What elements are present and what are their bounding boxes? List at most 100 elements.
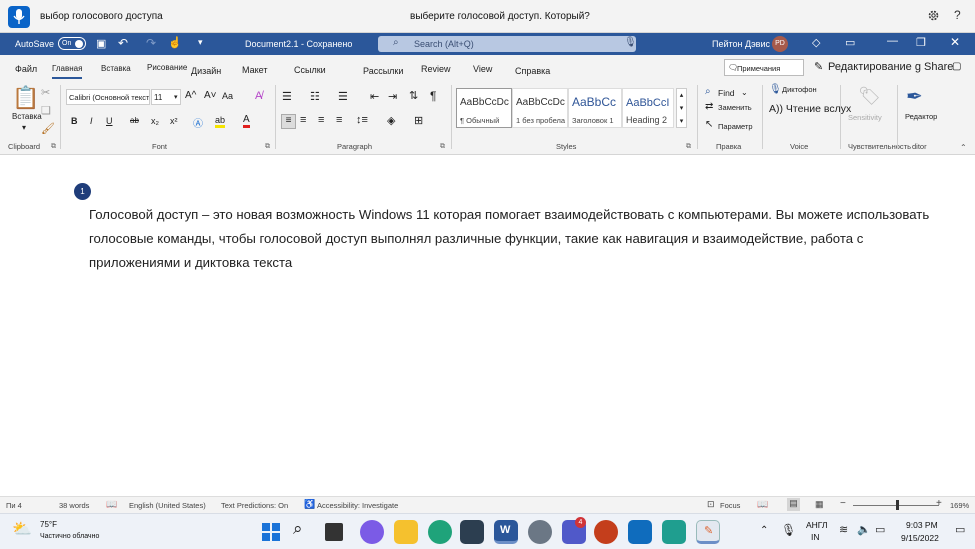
- weather-temp[interactable]: 75°F: [40, 520, 57, 529]
- find-dropdown-icon[interactable]: ⌄: [741, 88, 748, 97]
- tab-view[interactable]: View: [473, 64, 492, 74]
- font-color-button[interactable]: A: [243, 114, 250, 128]
- task-view-icon[interactable]: [325, 523, 343, 541]
- tray-mic-icon[interactable]: 🎙: [781, 523, 796, 537]
- accessibility-status[interactable]: Accessibility: Investigate: [317, 501, 398, 510]
- gear-icon[interactable]: [927, 9, 940, 22]
- touch-mode-icon[interactable]: ☝: [168, 36, 182, 49]
- replace-button[interactable]: Заменить: [718, 103, 752, 112]
- styles-launcher-icon[interactable]: ⧉: [686, 143, 691, 151]
- battery-icon[interactable]: ▭: [875, 523, 885, 536]
- tab-file[interactable]: Файл: [15, 64, 37, 74]
- grow-font-button[interactable]: A^: [185, 90, 196, 101]
- italic-button[interactable]: I: [90, 116, 93, 126]
- word-count[interactable]: 38 words: [59, 501, 89, 510]
- restore-icon[interactable]: ❐: [916, 36, 926, 49]
- voice-access-taskbar-icon[interactable]: ✎: [696, 520, 720, 544]
- align-left-icon[interactable]: ≡: [281, 114, 296, 129]
- read-mode-icon[interactable]: 📖: [757, 499, 768, 510]
- start-icon[interactable]: [259, 520, 283, 544]
- text-predictions-status[interactable]: Text Predictions: On: [221, 501, 288, 510]
- underline-button[interactable]: U: [106, 116, 113, 126]
- diamond-icon[interactable]: ◇: [812, 36, 820, 49]
- text-effects-icon[interactable]: Ⓐ: [193, 115, 203, 130]
- close-icon[interactable]: ✕: [950, 35, 960, 49]
- notification-icon[interactable]: ▭: [955, 523, 965, 536]
- proofing-icon[interactable]: 📖: [106, 499, 117, 510]
- styles-scroll[interactable]: ▴ ▾ ▾: [676, 88, 687, 128]
- select-button[interactable]: Параметр: [718, 122, 753, 131]
- format-painter-icon[interactable]: 🖌: [41, 122, 55, 135]
- help-icon[interactable]: ?: [954, 8, 961, 22]
- redo-icon[interactable]: ↷: [146, 36, 156, 50]
- style-normal[interactable]: AaBbCcDc ¶ Обычный: [456, 88, 512, 128]
- comment-marker[interactable]: 1: [74, 183, 91, 200]
- clock-time[interactable]: 9:03 PM: [906, 520, 938, 530]
- clipboard-launcher-icon[interactable]: ⧉: [51, 143, 56, 151]
- superscript-button[interactable]: x²: [170, 116, 178, 126]
- change-case-button[interactable]: Aa: [222, 91, 233, 101]
- tab-help[interactable]: Справка: [515, 66, 550, 76]
- multilevel-list-icon[interactable]: ☰: [338, 90, 348, 103]
- mail-icon[interactable]: [628, 520, 652, 544]
- clear-format-icon[interactable]: A̸: [255, 90, 262, 102]
- zoom-level[interactable]: 169%: [950, 501, 969, 510]
- customize-qat-icon[interactable]: ▾: [198, 37, 203, 48]
- paragraph-launcher-icon[interactable]: ⧉: [440, 143, 445, 151]
- web-layout-icon[interactable]: ▦: [815, 499, 824, 510]
- shading-icon[interactable]: ◈: [387, 114, 395, 127]
- chevron-up-icon[interactable]: ⌃: [760, 525, 768, 536]
- paste-button[interactable]: Вставка: [12, 112, 42, 121]
- comments-button[interactable]: 🗨 Примечания: [724, 59, 804, 76]
- avatar[interactable]: PD: [772, 36, 788, 52]
- save-icon[interactable]: ▣: [96, 37, 106, 50]
- language-indicator-bottom[interactable]: IN: [811, 532, 820, 542]
- paste-dropdown-icon[interactable]: ▾: [22, 123, 26, 132]
- document-paragraph[interactable]: Голосовой доступ – это новая возможность…: [89, 203, 949, 275]
- line-spacing-icon[interactable]: ↕≡: [356, 114, 368, 126]
- bold-button[interactable]: B: [71, 116, 78, 126]
- minimize-icon[interactable]: —: [887, 35, 898, 47]
- language-indicator-top[interactable]: АНГЛ: [806, 520, 828, 530]
- zoom-out-icon[interactable]: −: [840, 498, 846, 509]
- pilcrow-icon[interactable]: ¶: [430, 89, 436, 103]
- style-heading-1[interactable]: AaBbCc Заголовок 1: [568, 88, 622, 128]
- increase-indent-icon[interactable]: ⇥: [388, 90, 397, 103]
- language-status[interactable]: English (United States): [129, 501, 206, 510]
- print-layout-icon[interactable]: ▤: [787, 498, 800, 511]
- ribbon-display-icon[interactable]: ▭: [845, 36, 855, 49]
- tab-home[interactable]: Главная: [52, 64, 83, 79]
- sensitivity-button[interactable]: Sensitivity: [848, 113, 882, 122]
- expand-icon[interactable]: ▢: [952, 61, 961, 72]
- tab-insert[interactable]: Вставка: [101, 64, 131, 73]
- borders-icon[interactable]: ⊞: [414, 114, 423, 127]
- people-icon[interactable]: [662, 520, 686, 544]
- undo-icon[interactable]: ↶: [118, 36, 128, 50]
- align-center-icon[interactable]: ≡: [300, 114, 306, 126]
- wifi-icon[interactable]: ≋: [839, 523, 848, 536]
- teams-icon[interactable]: 4: [562, 517, 586, 544]
- sort-icon[interactable]: ⇅: [409, 89, 418, 102]
- font-size-select[interactable]: 11 ▾: [151, 89, 181, 105]
- collapse-ribbon-icon[interactable]: ⌃: [960, 143, 967, 152]
- copy-icon[interactable]: ❏: [41, 104, 51, 117]
- style-no-spacing[interactable]: AaBbCcDc 1 без пробела: [512, 88, 568, 128]
- tab-draw[interactable]: Рисование: [147, 63, 187, 72]
- tab-layout[interactable]: Макет: [242, 65, 267, 75]
- tab-review[interactable]: Review: [421, 64, 451, 74]
- settings-icon[interactable]: [528, 520, 552, 544]
- powerpoint-icon[interactable]: [594, 520, 618, 544]
- align-right-icon[interactable]: ≡: [318, 114, 324, 126]
- zoom-in-icon[interactable]: +: [936, 498, 942, 509]
- tab-mailings[interactable]: Рассылки: [363, 66, 403, 76]
- word-icon[interactable]: W: [494, 520, 518, 544]
- store-icon[interactable]: [460, 520, 484, 544]
- edge-icon[interactable]: [428, 520, 452, 544]
- font-name-select[interactable]: Calibri (Основной текст): [66, 89, 150, 105]
- font-launcher-icon[interactable]: ⧉: [265, 143, 270, 151]
- numbering-icon[interactable]: ☷: [310, 90, 320, 103]
- shrink-font-button[interactable]: A˅: [204, 90, 217, 101]
- tab-design[interactable]: Дизайн: [191, 66, 221, 76]
- find-button[interactable]: Find: [718, 88, 735, 98]
- read-aloud-button[interactable]: А)) Чтение вслух: [769, 103, 851, 115]
